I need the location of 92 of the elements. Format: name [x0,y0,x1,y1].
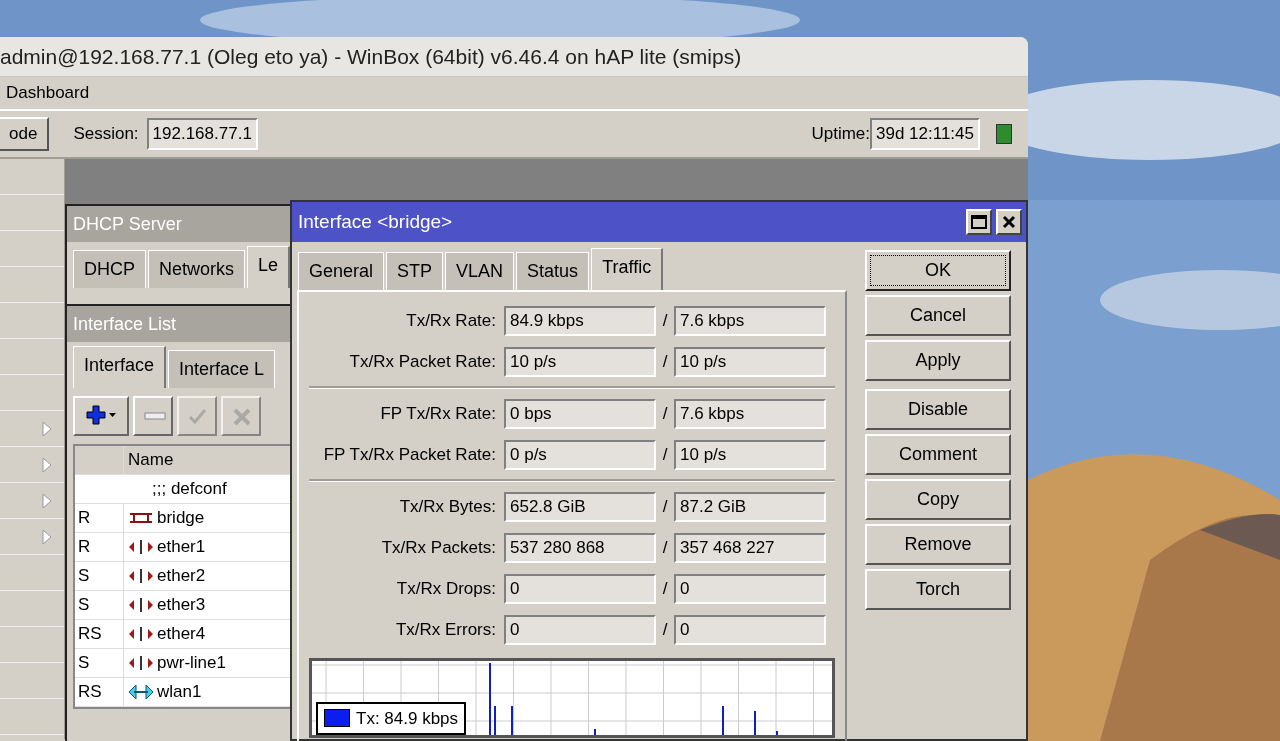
arrow-icon [42,456,52,473]
uptime-field: 39d 12:11:45 [870,118,980,150]
rx-field: 10 p/s [674,439,826,470]
tx-field: 0 p/s [504,439,656,470]
dialog-button[interactable]: Cancel [865,295,1011,336]
close-button[interactable] [996,209,1022,235]
window-title: admin@192.168.77.1 (Oleg eto ya) - WinBox (64bit) v6.46.4 on hAP lite (smips) [0,43,742,70]
tx-field: 10 p/s [504,346,656,377]
separator: / [661,443,669,466]
remove-button[interactable] [133,396,173,436]
rx-field: 87.2 GiB [674,491,826,522]
legend-label: Tx: 84.9 kbps [356,707,459,730]
wireless-icon [128,683,154,701]
comment-row[interactable]: ;;; defconf [152,476,227,502]
field-label: Tx/Rx Packets: [380,536,497,559]
dialog-title: Interface <bridge> [298,209,453,234]
ethernet-icon [128,539,154,555]
maximize-icon [971,215,987,229]
dialog-button[interactable]: Comment [865,434,1011,475]
tab[interactable]: Interface [73,346,167,388]
ethernet-icon [128,655,154,671]
tx-field: 537 280 868 [504,532,656,563]
flags-cell-text: RS [78,623,102,646]
dialog-button[interactable]: Copy [865,479,1011,520]
interface-name[interactable]: ether3 [157,592,206,618]
bridge-icon [128,510,154,526]
dialog-button[interactable]: Torch [865,569,1011,610]
dialog-button[interactable]: Apply [865,340,1011,381]
flags-cell-text: S [78,652,90,675]
interface-name[interactable]: ether1 [157,534,206,560]
flags-cell-text: S [78,594,90,617]
arrow-icon [42,420,52,437]
column-header[interactable]: Name [128,447,174,473]
interface-name[interactable]: wlan1 [157,679,202,705]
arrow-icon [42,492,52,509]
tab[interactable]: Le [247,246,291,288]
field-label: Tx/Rx Bytes: [398,495,497,518]
close-icon [1002,215,1016,229]
separator: / [661,536,669,559]
mode-button[interactable]: ode [0,117,50,151]
tab[interactable]: VLAN [445,252,515,290]
flags-cell-text: R [78,507,91,530]
field-label: Tx/Rx Drops: [395,577,497,600]
ethernet-icon [128,568,154,584]
rx-field: 0 [674,614,826,645]
session-label: Session: [73,123,139,146]
session-field: 192.168.77.1 [146,118,258,150]
flags-cell-text: R [78,536,91,559]
tab[interactable]: Status [516,252,590,290]
ethernet-icon [128,597,154,613]
ethernet-icon [128,626,154,642]
dialog-button[interactable]: OK [865,250,1011,291]
tx-field: 0 bps [504,398,656,429]
rx-field: 7.6 kbps [674,398,826,429]
field-label: Tx/Rx Errors: [394,618,497,641]
flags-cell-text: RS [78,681,102,704]
interface-name[interactable]: ether2 [157,563,206,589]
flags-cell-text: S [78,565,90,588]
tx-field: 84.9 kbps [504,305,656,336]
uptime-label: Uptime: [811,123,870,146]
separator: / [661,402,669,425]
tx-field: 0 [504,614,656,645]
dialog-button[interactable]: Remove [865,524,1011,565]
tx-field: 652.8 GiB [504,491,656,522]
interface-name[interactable]: ether4 [157,621,206,647]
tab[interactable]: Networks [148,250,246,288]
separator: / [661,309,669,332]
tab[interactable]: Traffic [591,248,664,290]
menu-item[interactable]: Dashboard [6,80,90,106]
arrow-icon [42,528,52,545]
rx-field: 7.6 kbps [674,305,826,336]
rx-field: 10 p/s [674,346,826,377]
tab[interactable]: General [298,252,385,290]
tab[interactable]: Interface L [168,350,276,388]
rx-field: 0 [674,573,826,604]
separator: / [661,618,669,641]
interface-name[interactable]: bridge [157,505,205,531]
separator: / [661,350,669,373]
maximize-button[interactable] [966,209,992,235]
add-button[interactable] [73,396,129,436]
field-label: Tx/Rx Rate: [405,309,497,332]
field-label: Tx/Rx Packet Rate: [348,350,497,373]
tab[interactable]: STP [386,252,444,290]
separator: / [661,577,669,600]
tab[interactable]: DHCP [73,250,146,288]
field-label: FP Tx/Rx Rate: [379,402,497,425]
rx-field: 357 468 227 [674,532,826,563]
dialog-button[interactable]: Disable [865,389,1011,430]
interface-name[interactable]: pwr-line1 [157,650,226,676]
field-label: FP Tx/Rx Packet Rate: [322,443,497,466]
tx-field: 0 [504,573,656,604]
separator: / [661,495,669,518]
